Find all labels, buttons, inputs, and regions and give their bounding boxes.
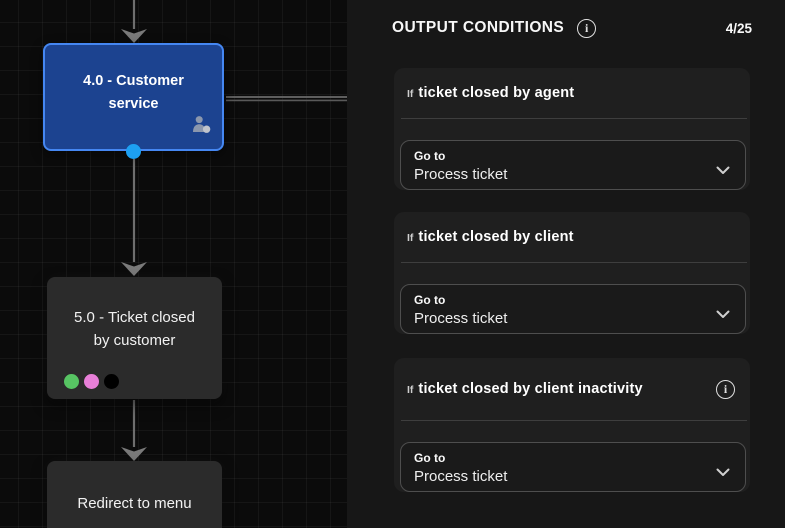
goto-value: Process ticket: [414, 165, 703, 185]
panel-title: OUTPUT CONDITIONS: [392, 19, 564, 37]
flow-builder-app: 4.0 - Customer service 5.0 - Ticket clos…: [0, 0, 785, 528]
condition-header: If ticket closed by agent: [394, 68, 750, 118]
condition-label: ticket closed by client: [418, 229, 573, 245]
node-title-line: Redirect to menu: [47, 492, 222, 515]
condition-card: If ticket closed by agent Go to Process …: [394, 68, 750, 190]
node-redirect-to-menu[interactable]: Redirect to menu: [47, 461, 222, 528]
node-ticket-closed[interactable]: 5.0 - Ticket closed by customer: [47, 277, 222, 399]
connection-handle[interactable]: [126, 144, 141, 159]
condition-card: If ticket closed by client Go to Process…: [394, 212, 750, 334]
flow-canvas[interactable]: 4.0 - Customer service 5.0 - Ticket clos…: [0, 0, 347, 528]
output-conditions-panel: OUTPUT CONDITIONS i 4/25 If ticket close…: [347, 0, 785, 528]
info-icon[interactable]: i: [577, 19, 596, 38]
divider: [401, 118, 747, 119]
condition-header: If ticket closed by client inactivity i: [394, 358, 750, 420]
divider: [401, 420, 747, 421]
chevron-down-icon: [716, 162, 730, 180]
goto-label: Go to: [414, 450, 703, 466]
node-customer-service[interactable]: 4.0 - Customer service: [43, 43, 224, 151]
tag-dot-black: [104, 374, 119, 389]
goto-dropdown[interactable]: Go to Process ticket: [400, 284, 746, 334]
condition-prefix: If: [407, 88, 413, 100]
info-icon[interactable]: i: [716, 380, 735, 399]
node-title-line: by customer: [47, 329, 222, 352]
node-tag-dots: [64, 374, 119, 389]
node-title-line: 4.0 - Customer: [45, 70, 222, 93]
goto-value: Process ticket: [414, 467, 703, 487]
condition-header: If ticket closed by client: [394, 212, 750, 262]
goto-label: Go to: [414, 148, 703, 164]
node-title-line: 5.0 - Ticket closed: [47, 306, 222, 329]
condition-label: ticket closed by agent: [418, 85, 574, 101]
goto-label: Go to: [414, 292, 703, 308]
conditions-counter: 4/25: [726, 21, 752, 36]
condition-card: If ticket closed by client inactivity i …: [394, 358, 750, 492]
tag-dot-green: [64, 374, 79, 389]
panel-header: OUTPUT CONDITIONS i 4/25: [392, 17, 752, 39]
condition-prefix: If: [407, 232, 413, 244]
goto-dropdown[interactable]: Go to Process ticket: [400, 140, 746, 190]
goto-dropdown[interactable]: Go to Process ticket: [400, 442, 746, 492]
node-title-line: service: [45, 93, 222, 116]
condition-prefix: If: [407, 384, 413, 396]
chevron-down-icon: [716, 464, 730, 482]
goto-value: Process ticket: [414, 309, 703, 329]
condition-label: ticket closed by client inactivity: [418, 381, 642, 397]
divider: [401, 262, 747, 263]
agent-person-icon: [191, 115, 213, 142]
chevron-down-icon: [716, 306, 730, 324]
tag-dot-pink: [84, 374, 99, 389]
